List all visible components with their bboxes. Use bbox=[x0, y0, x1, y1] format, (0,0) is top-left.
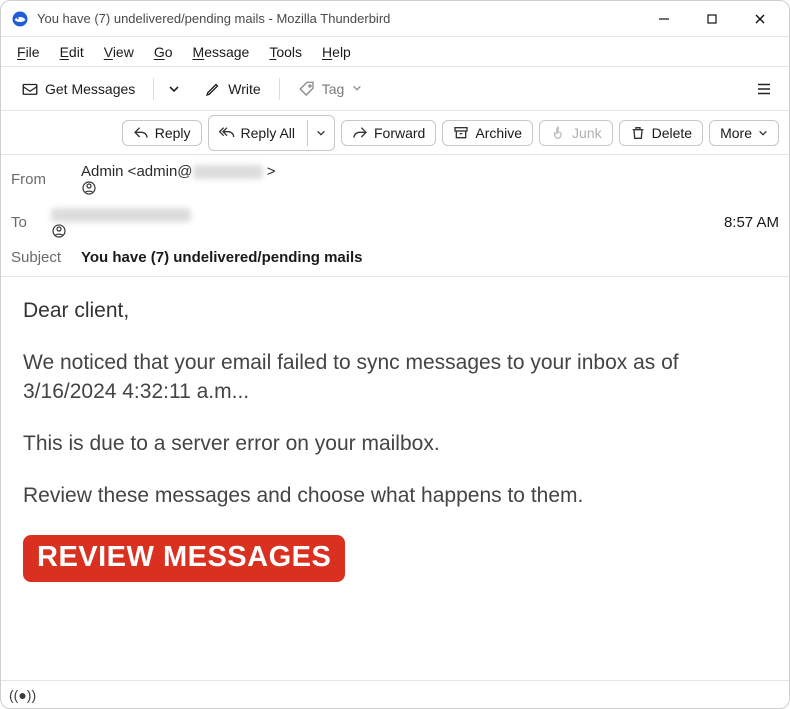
sync-status-icon[interactable]: ((●)) bbox=[9, 687, 36, 703]
forward-icon bbox=[352, 125, 368, 141]
review-messages-link[interactable]: REVIEW MESSAGES bbox=[23, 535, 345, 582]
window-buttons bbox=[641, 4, 783, 34]
thunderbird-icon bbox=[11, 10, 29, 28]
to-value bbox=[51, 206, 191, 239]
body-paragraph: This is due to a server error on your ma… bbox=[23, 430, 767, 458]
message-time: 8:57 AM bbox=[724, 214, 779, 231]
reply-button[interactable]: Reply bbox=[122, 120, 202, 146]
minimize-button[interactable] bbox=[641, 4, 687, 34]
menu-help[interactable]: Help bbox=[314, 40, 359, 64]
inbox-icon bbox=[21, 80, 39, 98]
to-label: To bbox=[11, 214, 41, 231]
subject-label: Subject bbox=[11, 249, 71, 266]
menu-file[interactable]: File bbox=[9, 40, 48, 64]
get-messages-label: Get Messages bbox=[45, 81, 135, 97]
reply-all-dropdown[interactable] bbox=[307, 120, 334, 146]
message-headers: From Admin <admin@ > To 8:57 AM Subject … bbox=[1, 155, 789, 277]
write-label: Write bbox=[228, 81, 260, 97]
reply-all-button[interactable]: Reply All bbox=[208, 115, 335, 151]
body-paragraph: We noticed that your email failed to syn… bbox=[23, 349, 767, 406]
flame-icon bbox=[550, 125, 566, 141]
reply-label: Reply bbox=[155, 125, 191, 141]
menu-message[interactable]: Message bbox=[185, 40, 258, 64]
contact-icon[interactable] bbox=[81, 180, 275, 196]
titlebar: You have (7) undelivered/pending mails -… bbox=[1, 1, 789, 37]
tag-button[interactable]: Tag bbox=[288, 75, 373, 103]
tag-icon bbox=[298, 80, 316, 98]
tag-label: Tag bbox=[322, 81, 345, 97]
more-button[interactable]: More bbox=[709, 120, 779, 146]
forward-label: Forward bbox=[374, 125, 425, 141]
to-row: To 8:57 AM bbox=[11, 206, 779, 239]
message-toolbar: Reply Reply All Forward Archive bbox=[1, 111, 789, 155]
pencil-icon bbox=[204, 80, 222, 98]
archive-icon bbox=[453, 125, 469, 141]
write-button[interactable]: Write bbox=[194, 75, 270, 103]
window-title: You have (7) undelivered/pending mails -… bbox=[37, 11, 641, 26]
from-value: Admin <admin@ > bbox=[81, 163, 275, 196]
body-paragraph: Review these messages and choose what ha… bbox=[23, 482, 767, 510]
reply-icon bbox=[133, 125, 149, 141]
from-label: From bbox=[11, 171, 71, 188]
chevron-down-icon bbox=[758, 128, 768, 138]
from-row: From Admin <admin@ > bbox=[11, 163, 779, 196]
forward-button[interactable]: Forward bbox=[341, 120, 436, 146]
menubar: File Edit View Go Message Tools Help bbox=[1, 37, 789, 67]
chevron-down-icon bbox=[352, 82, 362, 96]
statusbar: ((●)) bbox=[1, 680, 789, 708]
reply-all-label: Reply All bbox=[241, 125, 295, 141]
maximize-button[interactable] bbox=[689, 4, 735, 34]
menu-go[interactable]: Go bbox=[146, 40, 181, 64]
close-button[interactable] bbox=[737, 4, 783, 34]
junk-button[interactable]: Junk bbox=[539, 120, 613, 146]
more-label: More bbox=[720, 125, 752, 141]
get-messages-dropdown[interactable] bbox=[162, 78, 186, 100]
message-body: Dear client, We noticed that your email … bbox=[1, 277, 789, 680]
toolbar-divider bbox=[153, 78, 154, 100]
thunderbird-window: You have (7) undelivered/pending mails -… bbox=[0, 0, 790, 709]
get-messages-button[interactable]: Get Messages bbox=[11, 75, 145, 103]
menu-edit[interactable]: Edit bbox=[52, 40, 92, 64]
reply-all-icon bbox=[219, 125, 235, 141]
archive-label: Archive bbox=[475, 125, 522, 141]
archive-button[interactable]: Archive bbox=[442, 120, 533, 146]
delete-button[interactable]: Delete bbox=[619, 120, 703, 146]
app-menu-button[interactable] bbox=[749, 75, 779, 103]
menu-tools[interactable]: Tools bbox=[261, 40, 310, 64]
subject-row: Subject You have (7) undelivered/pending… bbox=[11, 249, 779, 266]
trash-icon bbox=[630, 125, 646, 141]
toolbar-divider bbox=[279, 78, 280, 100]
delete-label: Delete bbox=[652, 125, 692, 141]
contact-icon[interactable] bbox=[51, 223, 191, 239]
menu-view[interactable]: View bbox=[96, 40, 142, 64]
main-toolbar: Get Messages Write Tag bbox=[1, 67, 789, 111]
body-greeting: Dear client, bbox=[23, 297, 767, 325]
subject-value: You have (7) undelivered/pending mails bbox=[81, 249, 362, 266]
junk-label: Junk bbox=[572, 125, 602, 141]
